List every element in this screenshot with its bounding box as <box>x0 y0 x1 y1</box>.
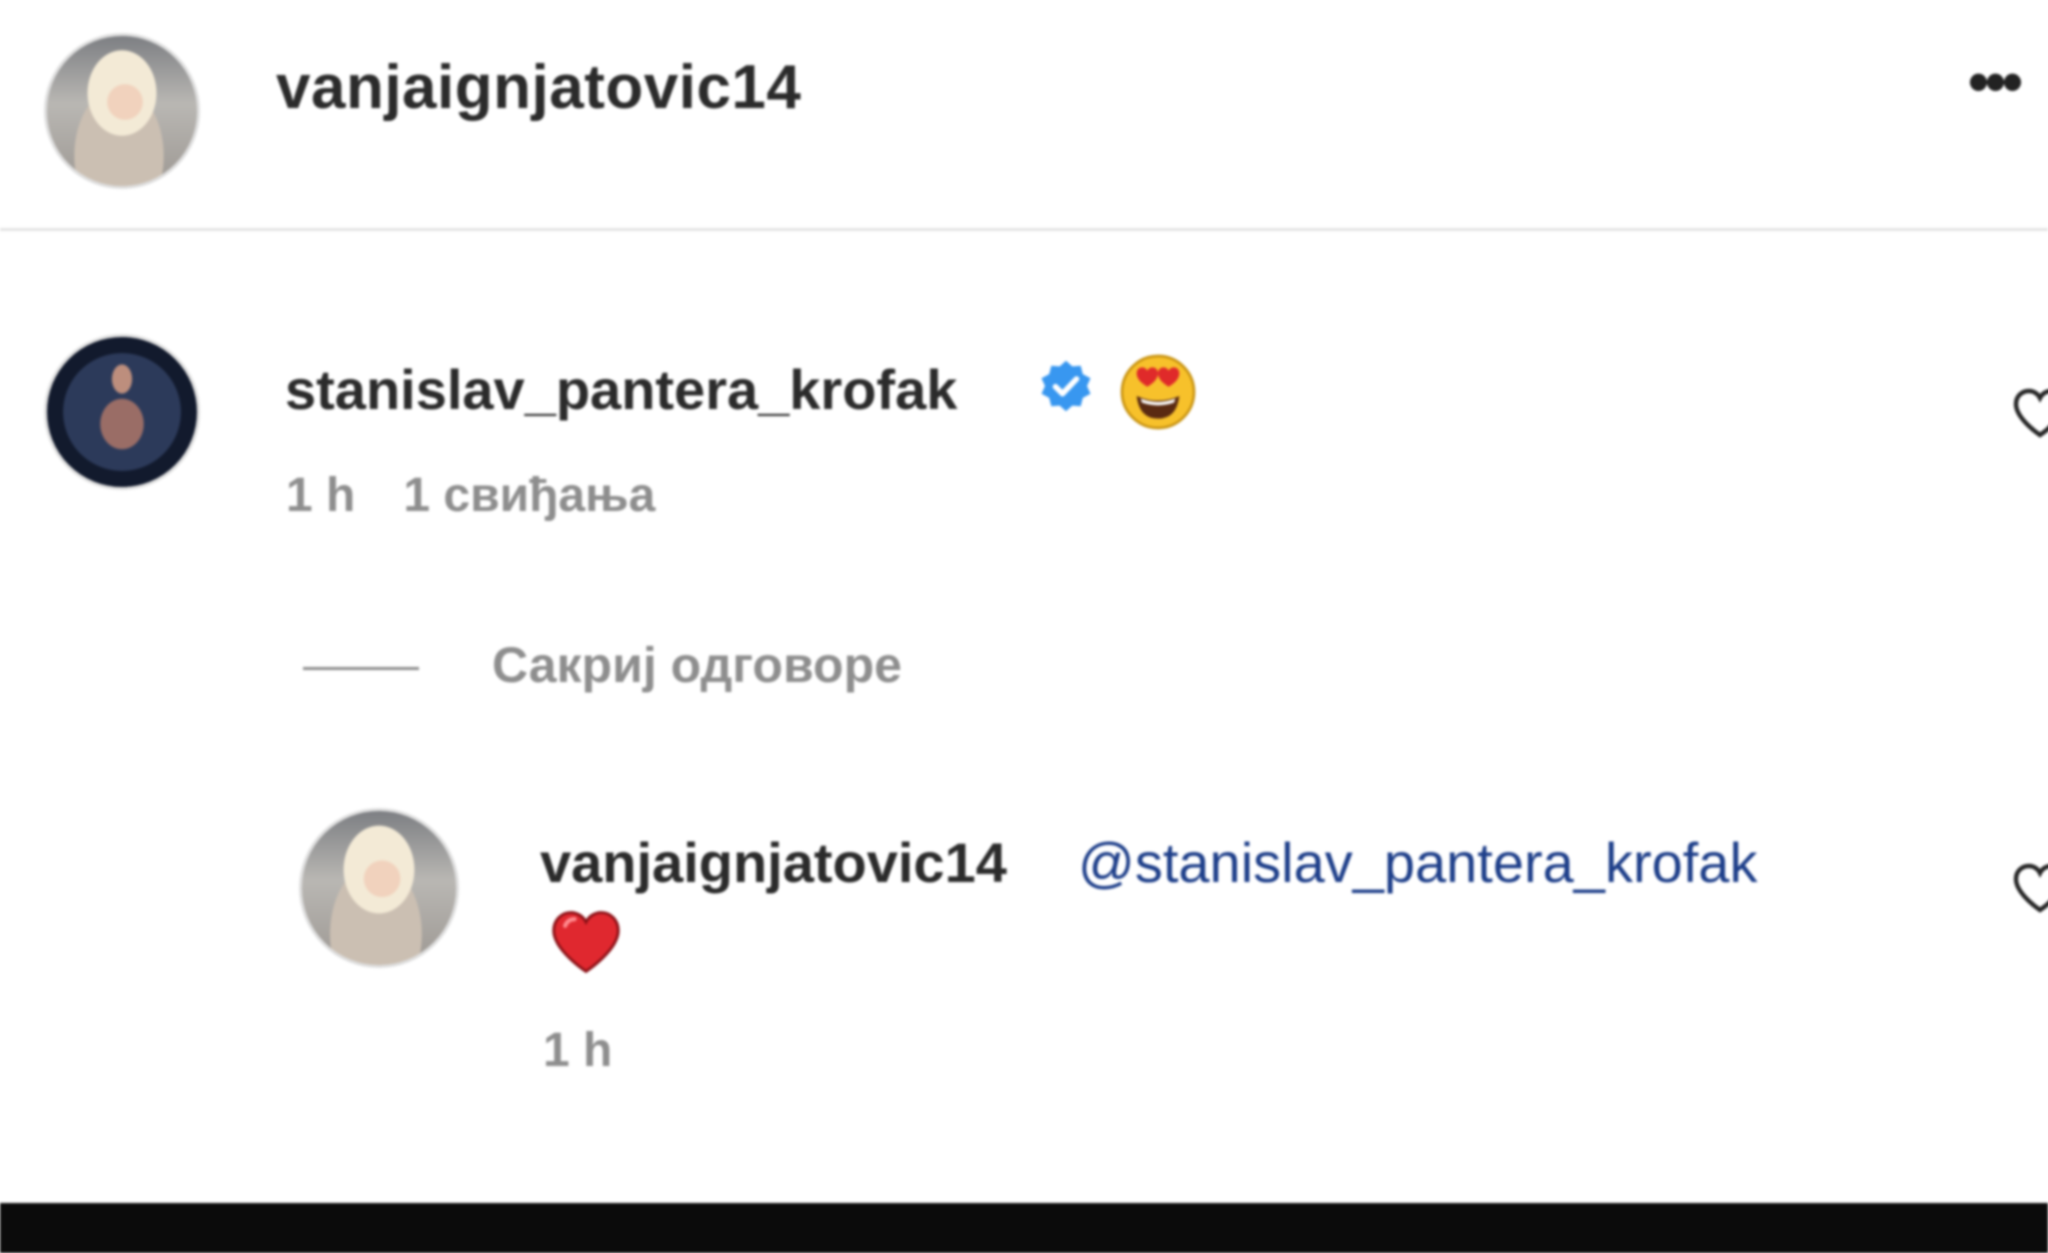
reply-username[interactable]: vanjaignjatovic14 <box>540 830 1007 895</box>
heart-eyes-emoji-icon <box>1120 354 1196 430</box>
hide-replies-button[interactable]: Сакриј одговоре <box>492 636 902 694</box>
avatar[interactable] <box>299 808 459 968</box>
comment-time: 1 h <box>286 469 356 522</box>
reply-time: 1 h <box>543 1024 613 1077</box>
red-heart-emoji-icon <box>552 911 620 974</box>
avatar[interactable] <box>44 334 200 490</box>
verified-badge-icon <box>1041 360 1091 412</box>
header-username[interactable]: vanjaignjatovic14 <box>276 52 801 123</box>
comment-username[interactable]: stanislav_pantera_krofak <box>285 357 957 422</box>
comment-likes-count[interactable]: 1 свиђања <box>403 469 655 522</box>
instagram-comments-screen: vanjaignjatovic14 ••• stanislav_pantera_… <box>0 0 2048 1253</box>
avatar[interactable] <box>44 33 200 189</box>
replies-divider-line <box>303 667 419 670</box>
bottom-black-bar <box>0 1203 2048 1253</box>
reply-mention-link[interactable]: @stanislav_pantera_krofak <box>1078 830 1757 895</box>
like-heart-icon[interactable] <box>2010 860 2048 916</box>
post-header: vanjaignjatovic14 ••• <box>0 0 2048 231</box>
comment-meta: 1 h 1 свиђања <box>286 468 655 523</box>
more-options-button[interactable]: ••• <box>1968 52 2048 112</box>
like-heart-icon[interactable] <box>2010 385 2048 441</box>
